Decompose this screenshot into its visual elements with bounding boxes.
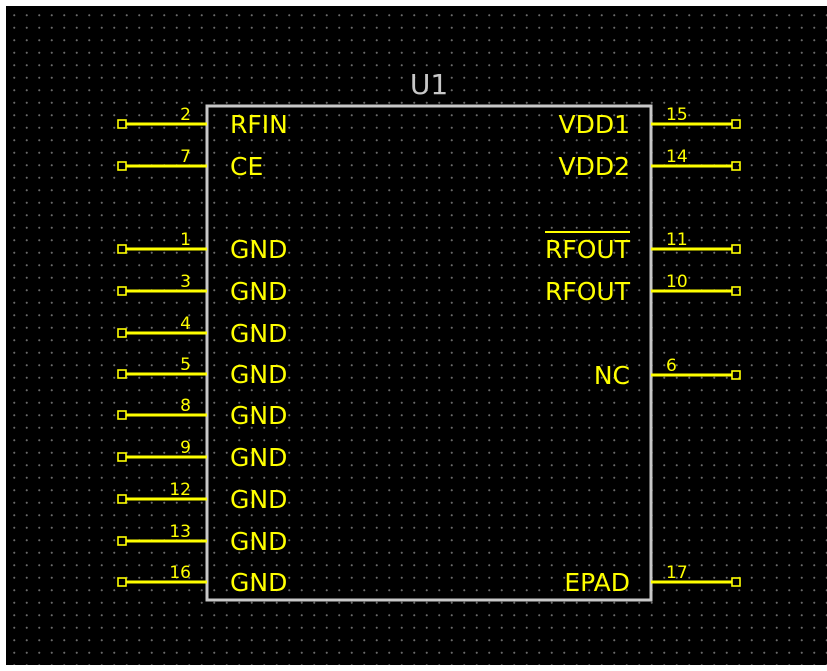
pin-7[interactable]: 7 CE [117, 147, 263, 181]
pin-name: GND [230, 527, 287, 556]
pin-number: 7 [180, 147, 191, 167]
schematic-symbol: U1 2 RFIN 7 CE 1 GND 3 GND 4 GND 5 GND 8 GND 9 GND 12 GND… [117, 68, 741, 602]
pin-11[interactable]: 11 RFOUT [545, 230, 741, 264]
pin-1[interactable]: 1 GND [117, 230, 287, 264]
pin-name: NC [594, 361, 630, 390]
pin-endpoint-marker[interactable] [731, 286, 741, 296]
pin-10[interactable]: 10 RFOUT [545, 272, 741, 306]
pin-name: RFIN [230, 110, 288, 139]
pin-number: 8 [180, 396, 191, 416]
pin-6[interactable]: 6 NC [594, 356, 741, 390]
left-pins-group: 2 RFIN 7 CE 1 GND 3 GND 4 GND 5 GND 8 GND 9 GND 12 GND 13 G… [117, 105, 288, 597]
pin-number: 4 [180, 314, 191, 334]
pin-endpoint-marker[interactable] [731, 119, 741, 129]
pin-number: 5 [180, 355, 191, 375]
pin-14[interactable]: 14 VDD2 [558, 147, 741, 181]
pin-name: CE [230, 152, 263, 181]
pin-name: GND [230, 235, 287, 264]
pin-name: GND [230, 319, 287, 348]
pin-number: 17 [666, 563, 688, 583]
pin-13[interactable]: 13 GND [117, 522, 287, 556]
pin-number: 2 [180, 105, 191, 125]
pin-endpoint-marker[interactable] [731, 161, 741, 171]
pin-15[interactable]: 15 VDD1 [558, 105, 741, 139]
pin-endpoint-marker[interactable] [731, 244, 741, 254]
pin-number: 1 [180, 230, 191, 250]
pin-8[interactable]: 8 GND [117, 396, 287, 430]
pin-name: GND [230, 443, 287, 472]
pin-number: 16 [169, 563, 191, 583]
pin-4[interactable]: 4 GND [117, 314, 287, 348]
pin-endpoint-marker[interactable] [117, 410, 127, 420]
pin-name: RFOUT [545, 277, 631, 306]
pin-endpoint-marker[interactable] [117, 536, 127, 546]
pin-number: 14 [666, 147, 688, 167]
pin-number: 3 [180, 272, 191, 292]
pin-number: 13 [169, 522, 191, 542]
pin-name: RFOUT [545, 235, 631, 264]
pin-3[interactable]: 3 GND [117, 272, 287, 306]
pin-endpoint-marker[interactable] [117, 328, 127, 338]
reference-designator[interactable]: U1 [410, 68, 448, 101]
pin-endpoint-marker[interactable] [117, 119, 127, 129]
pin-number: 10 [666, 272, 688, 292]
pin-number: 9 [180, 438, 191, 458]
pin-endpoint-marker[interactable] [117, 452, 127, 462]
pin-16[interactable]: 16 GND [117, 563, 287, 597]
pin-number: 15 [666, 105, 688, 125]
pin-9[interactable]: 9 GND [117, 438, 287, 472]
pin-name: VDD1 [558, 110, 630, 139]
pin-number: 12 [169, 480, 191, 500]
pin-endpoint-marker[interactable] [117, 369, 127, 379]
pin-12[interactable]: 12 GND [117, 480, 287, 514]
pin-endpoint-marker[interactable] [731, 577, 741, 587]
pin-endpoint-marker[interactable] [117, 244, 127, 254]
pin-name: GND [230, 401, 287, 430]
schematic-canvas[interactable]: U1 2 RFIN 7 CE 1 GND 3 GND 4 GND 5 GND 8 GND 9 GND 12 GND… [6, 6, 827, 665]
pin-endpoint-marker[interactable] [117, 161, 127, 171]
pin-endpoint-marker[interactable] [117, 577, 127, 587]
pin-number: 11 [666, 230, 688, 250]
pin-2[interactable]: 2 RFIN [117, 105, 288, 139]
pin-name: EPAD [564, 568, 630, 597]
pin-name: GND [230, 485, 287, 514]
pin-name: VDD2 [558, 152, 630, 181]
pin-endpoint-marker[interactable] [731, 370, 741, 380]
pin-name: GND [230, 568, 287, 597]
pin-endpoint-marker[interactable] [117, 494, 127, 504]
pin-name: GND [230, 277, 287, 306]
pin-endpoint-marker[interactable] [117, 286, 127, 296]
pin-name: GND [230, 360, 287, 389]
pin-number: 6 [666, 356, 677, 376]
pin-5[interactable]: 5 GND [117, 355, 287, 389]
right-pins-group: 15 VDD1 14 VDD2 11 RFOUT 10 RFOUT 6 NC 17 EPAD [545, 105, 741, 597]
